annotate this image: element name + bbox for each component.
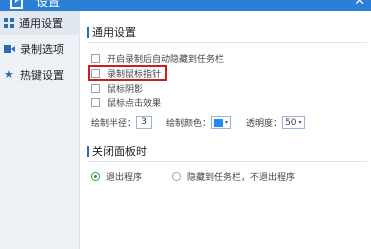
- mouse-click-effect-checkbox[interactable]: 鼠标点击效果: [91, 96, 161, 109]
- hide-to-taskbar-radio[interactable]: [172, 172, 182, 181]
- sidebar-item-recording-options[interactable]: 录制选项: [0, 37, 80, 61]
- section-title-text: 通用设置: [92, 26, 136, 39]
- close-panel-heading: 关闭面板时: [87, 143, 147, 159]
- window-title: 设置: [36, 0, 61, 9]
- drawing-settings-row: 绘制半径： 3 绘制颜色： ▾ 透明度： 50 ▾: [91, 115, 305, 130]
- close-icon[interactable]: ✕: [354, 0, 365, 9]
- checkbox-label: 鼠标点击效果: [107, 99, 162, 109]
- chevron-down-icon: ▾: [298, 119, 302, 126]
- title-bar: 设置 ✕: [0, 0, 371, 11]
- section-title-text: 关闭面板时: [92, 145, 147, 158]
- sidebar-item-label: 通用设置: [19, 17, 63, 30]
- app-logo-icon: [10, 0, 23, 9]
- radio-label: 退出程序: [106, 173, 143, 183]
- mouse-shadow-checkbox[interactable]: 鼠标阴影: [91, 82, 143, 95]
- chevron-down-icon: ▾: [225, 119, 229, 126]
- checkbox[interactable]: [91, 84, 100, 93]
- sidebar: 通用设置 录制选项 ★ 热键设置: [0, 11, 80, 249]
- divider: [87, 161, 367, 162]
- general-settings-heading: 通用设置: [87, 24, 136, 40]
- checkbox-label: 鼠标阴影: [107, 85, 144, 95]
- video-camera-icon: [4, 45, 15, 53]
- auto-hide-taskbar-checkbox[interactable]: 开启录制后自动隐藏到任务栏: [91, 52, 224, 65]
- exit-program-radio[interactable]: [91, 172, 100, 181]
- grid-icon: [4, 18, 14, 28]
- sidebar-item-label: 热键设置: [20, 69, 64, 82]
- checkbox[interactable]: [91, 54, 100, 63]
- color-label: 绘制颜色：: [166, 119, 212, 129]
- radio-label: 隐藏到任务栏，不退出程序: [187, 173, 296, 183]
- color-swatch: [214, 118, 224, 127]
- section-accent-bar: [87, 145, 89, 157]
- sidebar-item-label: 录制选项: [20, 43, 64, 56]
- checkbox[interactable]: [91, 98, 100, 107]
- sidebar-item-general-settings[interactable]: 通用设置: [0, 11, 80, 35]
- opacity-select[interactable]: 50 ▾: [282, 116, 305, 129]
- radius-label: 绘制半径：: [91, 119, 137, 129]
- color-picker[interactable]: ▾: [211, 116, 232, 129]
- opacity-value: 50: [285, 117, 297, 128]
- close-behavior-options: 退出程序 隐藏到任务栏，不退出程序: [91, 170, 295, 183]
- divider: [87, 42, 367, 43]
- sidebar-item-hotkey-settings[interactable]: ★ 热键设置: [0, 63, 80, 87]
- section-accent-bar: [87, 26, 89, 38]
- highlight-box: [88, 65, 167, 81]
- star-icon: ★: [4, 68, 14, 81]
- radius-input[interactable]: 3: [136, 116, 153, 129]
- checkbox-label: 开启录制后自动隐藏到任务栏: [107, 55, 225, 65]
- opacity-label: 透明度：: [246, 119, 283, 129]
